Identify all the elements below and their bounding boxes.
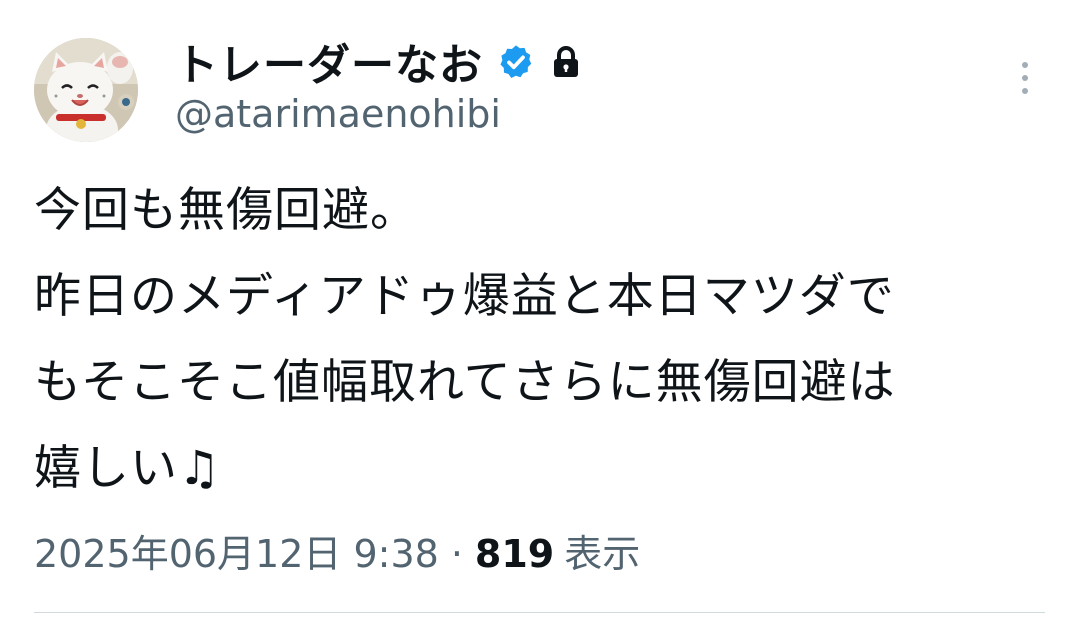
lock-icon [551, 45, 581, 79]
tweet-text-line: 嬉しい♫ [34, 441, 222, 496]
tweet-timestamp[interactable]: 2025年06月12日 9:38 [34, 523, 439, 578]
author-handle[interactable]: @atarimaenohibi [175, 92, 501, 136]
tweet-text-line: 今回も無傷回避。 [34, 183, 418, 238]
avatar[interactable] [34, 38, 138, 142]
verified-badge-icon[interactable] [497, 43, 535, 81]
lucky-cat-avatar-icon [34, 38, 138, 142]
more-vertical-icon[interactable] [1012, 58, 1038, 98]
divider [34, 612, 1045, 613]
views-count: 819 [474, 532, 555, 576]
tweet-text: 今回も無傷回避。 昨日のメディアドゥ爆益と本日マツダで もそこそこ値幅取れてさら… [34, 168, 1044, 512]
tweet: トレーダーなお @atarimaenohibi 今回も無傷回避。 昨日のメディア… [0, 0, 1079, 622]
meta-separator: · [450, 532, 463, 576]
author-name-row: トレーダーなお [175, 31, 581, 93]
author-display-name[interactable]: トレーダーなお [175, 31, 483, 93]
views-label: 表示 [564, 532, 641, 576]
tweet-text-line: 昨日のメディアドゥ爆益と本日マツダで [34, 269, 895, 324]
tweet-meta: 2025年06月12日 9:38 · 819 表示 [34, 523, 640, 578]
tweet-text-line: もそこそこ値幅取れてさらに無傷回避は [34, 355, 896, 410]
